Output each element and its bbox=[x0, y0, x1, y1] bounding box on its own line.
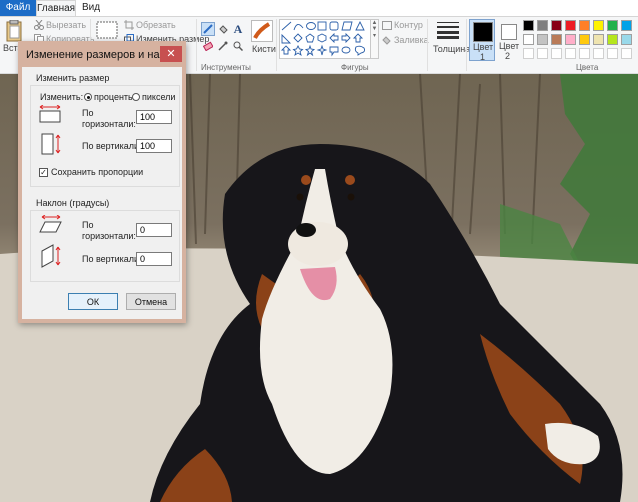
skew-vertical-label: По вертикали: bbox=[82, 254, 142, 264]
palette-swatch[interactable] bbox=[579, 34, 590, 45]
color1-number: 1 bbox=[480, 52, 486, 62]
crop-button[interactable]: Обрезать bbox=[136, 20, 176, 30]
custom-color-slot[interactable] bbox=[565, 48, 576, 59]
select-icon[interactable] bbox=[96, 21, 118, 42]
crop-icon[interactable] bbox=[124, 20, 134, 33]
skew-horizontal-label-2: горизонтали: bbox=[82, 231, 136, 241]
fill-shape-button[interactable]: Заливка bbox=[394, 35, 429, 45]
palette-swatch[interactable] bbox=[621, 20, 632, 31]
custom-color-slot[interactable] bbox=[523, 48, 534, 59]
resize-skew-dialog: Изменение размеров и накл... ✕ Изменить … bbox=[18, 41, 186, 323]
palette-swatch[interactable] bbox=[523, 20, 534, 31]
percent-label[interactable]: проценты bbox=[94, 92, 135, 102]
horizontal-resize-icon bbox=[39, 104, 61, 126]
palette-swatch[interactable] bbox=[593, 34, 604, 45]
skew-section-label: Наклон (градусы) bbox=[36, 198, 110, 208]
resize-section-label: Изменить размер bbox=[36, 73, 110, 83]
text-icon[interactable]: A bbox=[231, 22, 245, 36]
palette-swatch[interactable] bbox=[607, 34, 618, 45]
custom-color-slot[interactable] bbox=[579, 48, 590, 59]
palette-swatch[interactable] bbox=[537, 34, 548, 45]
keep-ratio-checkbox[interactable]: ✓ bbox=[39, 168, 48, 177]
horizontal-label-2: горизонтали: bbox=[82, 119, 136, 129]
skew-vertical-input[interactable] bbox=[136, 252, 172, 266]
horizontal-label-1: По bbox=[82, 108, 94, 118]
ok-button[interactable]: ОК bbox=[68, 293, 118, 310]
separator bbox=[427, 19, 428, 71]
tab-home[interactable]: Главная bbox=[36, 0, 76, 16]
colors-group-label: Цвета bbox=[576, 63, 599, 72]
vertical-resize-input[interactable] bbox=[136, 139, 172, 153]
shapes-group-label: Фигуры bbox=[341, 63, 369, 72]
dialog-title: Изменение размеров и накл... bbox=[26, 49, 181, 61]
tab-view[interactable]: Вид bbox=[80, 0, 102, 16]
palette-swatch[interactable] bbox=[551, 34, 562, 45]
color2-button[interactable]: Цвет 2 bbox=[498, 19, 520, 61]
brush-icon[interactable] bbox=[251, 20, 273, 45]
tab-file[interactable]: Файл bbox=[0, 0, 36, 16]
palette-swatch[interactable] bbox=[607, 20, 618, 31]
color1-button[interactable]: Цвет 1 bbox=[469, 19, 495, 62]
custom-color-slot[interactable] bbox=[621, 48, 632, 59]
palette-swatch[interactable] bbox=[579, 20, 590, 31]
palette-swatch[interactable] bbox=[621, 34, 632, 45]
vertical-resize-icon bbox=[41, 133, 63, 158]
color2-swatch bbox=[501, 24, 517, 40]
vertical-label: По вертикали: bbox=[82, 141, 142, 151]
outline-button[interactable]: Контур bbox=[394, 20, 423, 30]
color1-swatch bbox=[473, 22, 493, 42]
gallery-scrollbar[interactable]: ▲ ▼ ▾ bbox=[371, 19, 379, 59]
palette-swatch[interactable] bbox=[523, 34, 534, 45]
color2-label: Цвет bbox=[499, 41, 520, 51]
pencil-icon[interactable] bbox=[201, 22, 215, 36]
palette-swatch[interactable] bbox=[551, 20, 562, 31]
separator bbox=[466, 19, 467, 71]
horizontal-resize-input[interactable] bbox=[136, 110, 172, 124]
color1-label: Цвет bbox=[473, 42, 494, 52]
fill-shape-icon[interactable] bbox=[382, 36, 392, 48]
close-button[interactable]: ✕ bbox=[160, 46, 182, 62]
custom-color-slot[interactable] bbox=[607, 48, 618, 59]
brushes-button[interactable]: Кисти bbox=[252, 44, 276, 54]
palette-swatch[interactable] bbox=[565, 20, 576, 31]
line-size-icon[interactable] bbox=[437, 21, 459, 42]
ribbon-tabs: Файл Главная Вид bbox=[0, 0, 638, 16]
dialog-titlebar[interactable]: Изменение размеров и накл... ✕ bbox=[22, 45, 182, 67]
color-picker-icon[interactable] bbox=[216, 39, 230, 53]
cancel-button[interactable]: Отмена bbox=[126, 293, 176, 310]
cut-icon[interactable] bbox=[34, 19, 44, 33]
separator bbox=[276, 19, 277, 71]
tools-group-label: Инструменты bbox=[201, 63, 251, 72]
custom-color-slot[interactable] bbox=[593, 48, 604, 59]
eraser-icon[interactable] bbox=[201, 39, 215, 53]
separator bbox=[196, 19, 197, 71]
skew-horizontal-label-1: По bbox=[82, 220, 94, 230]
custom-color-slot[interactable] bbox=[537, 48, 548, 59]
fill-icon[interactable] bbox=[216, 22, 230, 36]
vertical-skew-icon bbox=[41, 244, 63, 271]
keep-ratio-label[interactable]: Сохранить пропорции bbox=[51, 167, 143, 177]
pixels-label[interactable]: пиксели bbox=[142, 92, 175, 102]
shapes-gallery[interactable] bbox=[279, 19, 371, 59]
cut-button[interactable]: Вырезать bbox=[46, 20, 86, 30]
custom-color-slot[interactable] bbox=[551, 48, 562, 59]
percent-radio[interactable] bbox=[84, 93, 92, 101]
outline-icon[interactable] bbox=[382, 21, 392, 33]
palette-swatch[interactable] bbox=[565, 34, 576, 45]
color2-number: 2 bbox=[505, 51, 511, 61]
palette-swatch[interactable] bbox=[537, 20, 548, 31]
horizontal-skew-icon bbox=[39, 214, 63, 236]
size-button[interactable]: Толщина bbox=[433, 44, 470, 54]
palette-swatch[interactable] bbox=[593, 20, 604, 31]
resize-by-label: Изменить: bbox=[40, 92, 84, 102]
pixels-radio[interactable] bbox=[132, 93, 140, 101]
magnifier-icon[interactable] bbox=[231, 39, 245, 53]
skew-horizontal-input[interactable] bbox=[136, 223, 172, 237]
